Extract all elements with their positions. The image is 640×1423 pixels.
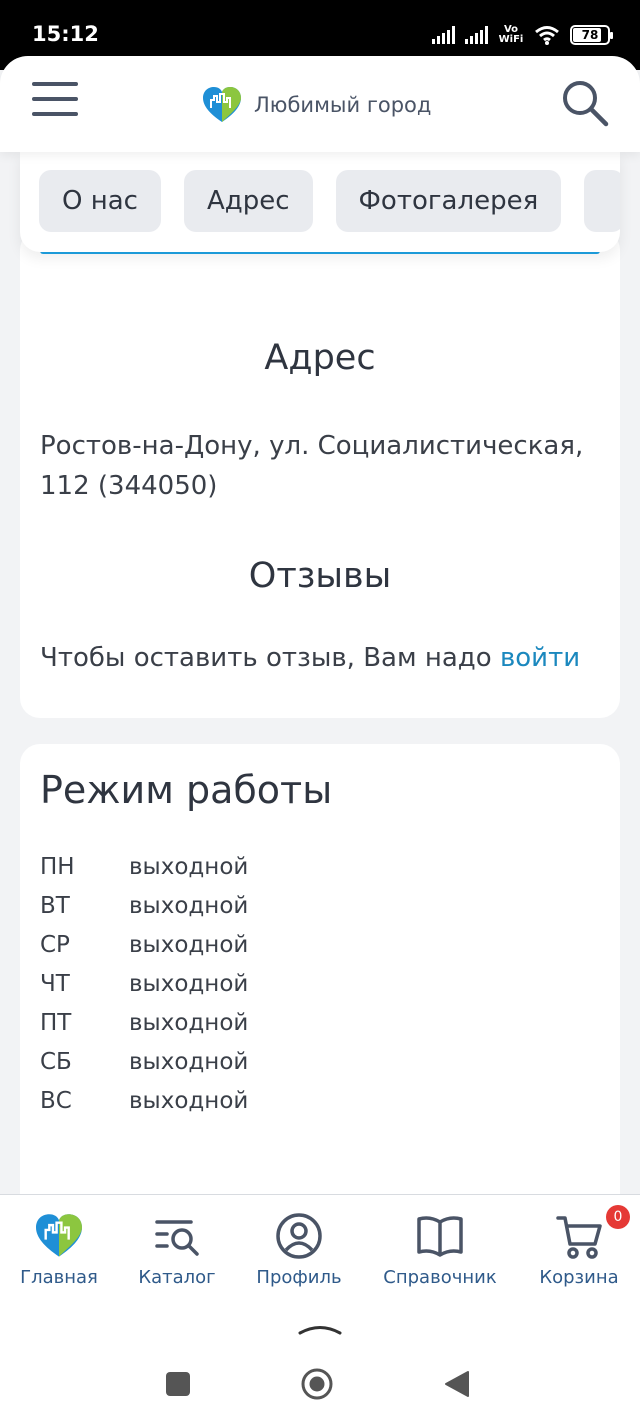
working-hours-card: Режим работы ПН выходной ВТ выходной СР вых… (20, 744, 620, 1264)
hours-row: ЧТ выходной (40, 965, 248, 1004)
search-icon (563, 81, 609, 127)
cart-count-badge: 0 (606, 1205, 630, 1229)
signal-icon (432, 26, 455, 44)
recent-apps-button[interactable] (166, 1372, 190, 1396)
day-hours: выходной (129, 1049, 249, 1075)
day-label: ПН (40, 854, 75, 880)
nav-catalog-label: Каталог (138, 1267, 216, 1288)
day-label: ВС (40, 1088, 72, 1114)
day-hours: выходной (129, 854, 249, 880)
reviews-prompt-text: Чтобы оставить отзыв, Вам надо (40, 643, 500, 673)
catalog-search-icon (155, 1220, 199, 1256)
nav-catalog[interactable]: Каталог (136, 1211, 218, 1288)
nav-home[interactable]: Главная (18, 1211, 100, 1288)
system-navigation (0, 1310, 640, 1423)
day-hours: выходной (129, 1010, 249, 1036)
tab-photogallery[interactable]: Фотогалерея (335, 170, 562, 232)
hours-row: ПТ выходной (40, 1004, 248, 1043)
login-link[interactable]: войти (500, 643, 580, 673)
hours-row: СБ выходной (40, 1043, 248, 1082)
signal-icon-2 (465, 26, 488, 44)
address-title: Адрес (264, 338, 376, 378)
logo-text: Любимый город (254, 93, 432, 117)
nav-profile-label: Профиль (256, 1267, 342, 1288)
hours-row: ВС выходной (40, 1082, 248, 1121)
day-hours: выходной (129, 1088, 249, 1114)
reviews-title: Отзывы (248, 556, 392, 596)
day-label: ЧТ (40, 971, 70, 997)
section-tabs: О нас Адрес Фотогалерея (20, 152, 620, 252)
address-text: Ростов-на-Дону, ул. Социалистическая, 11… (40, 431, 584, 501)
hours-row: ВТ выходной (40, 887, 248, 926)
book-icon (417, 1216, 463, 1257)
info-card: Адрес Ростов-на-Дону, ул. Социалистическ… (20, 230, 620, 718)
app-header: Любимый город (0, 56, 640, 152)
wifi-icon (535, 26, 559, 45)
nav-directory-label: Справочник (383, 1267, 497, 1288)
status-icons: Vo WiFi 78 (432, 22, 613, 48)
vowifi-label: Vo WiFi (498, 24, 524, 45)
working-hours-title: Режим работы (40, 768, 333, 812)
nav-profile[interactable]: Профиль (254, 1211, 344, 1288)
nav-cart[interactable]: 0 Корзина (538, 1205, 630, 1288)
tab-more[interactable] (584, 170, 620, 232)
back-triangle-icon[interactable] (444, 1370, 470, 1398)
chevron-up-icon[interactable] (298, 1320, 342, 1336)
day-hours: выходной (129, 932, 249, 958)
city-heart-logo-icon (203, 87, 241, 122)
day-label: ПТ (40, 1010, 72, 1036)
day-label: СБ (40, 1049, 72, 1075)
day-hours: выходной (129, 893, 249, 919)
search-button[interactable] (560, 78, 610, 128)
logo[interactable]: Любимый город (202, 86, 431, 124)
day-label: СР (40, 932, 70, 958)
bottom-navigation: Главная Каталог Профиль Справочник 0 Кор… (0, 1194, 640, 1310)
nav-directory[interactable]: Справочник (382, 1211, 498, 1288)
battery-icon: 78 (570, 25, 613, 45)
profile-icon (276, 1213, 322, 1259)
working-hours-list: ПН выходной ВТ выходной СР выходной ЧТ выход… (40, 848, 248, 1121)
reviews-login-prompt: Чтобы оставить отзыв, Вам надо войти (40, 640, 610, 676)
nav-cart-label: Корзина (539, 1267, 619, 1288)
hours-row: СР выходной (40, 926, 248, 965)
tab-about[interactable]: О нас (39, 170, 161, 232)
home-logo-icon (36, 1214, 82, 1257)
cart-icon (556, 1216, 602, 1259)
day-label: ВТ (40, 893, 70, 919)
home-circle-icon[interactable] (300, 1367, 334, 1401)
hamburger-menu-button[interactable] (32, 82, 78, 120)
status-time: 15:12 (32, 22, 99, 46)
day-hours: выходной (129, 971, 249, 997)
battery-level: 78 (581, 28, 599, 42)
tab-address[interactable]: Адрес (183, 170, 313, 232)
nav-home-label: Главная (20, 1267, 98, 1288)
hours-row: ПН выходной (40, 848, 248, 887)
